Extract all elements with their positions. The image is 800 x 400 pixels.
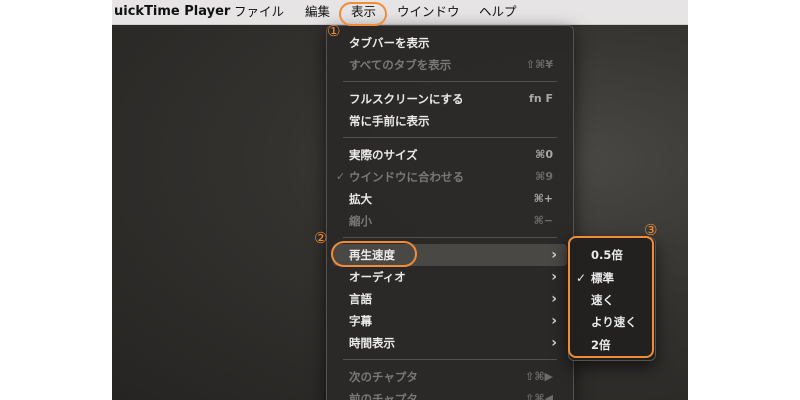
shortcut-label: ⌘+	[533, 192, 553, 205]
menu-item-label: 常に手前に表示	[349, 114, 430, 128]
view-menu: タブバーを表示 すべてのタブを表示 ⇧⌘¥ フルスクリーンにする fn F 常に…	[326, 25, 574, 400]
menu-item-label: 言語	[349, 292, 372, 306]
menu-item-prev-chapter: 前のチャプタ ⇧⌘◀	[333, 388, 567, 400]
menu-bar: uickTime Player ファイル 編集 表示 ウインドウ ヘルプ	[112, 0, 688, 25]
menu-item-label: すべてのタブを表示	[349, 58, 452, 72]
shortcut-label: ⇧⌘▶	[525, 370, 553, 383]
chevron-right-icon: ›	[551, 269, 557, 285]
step-badge-3: ③	[644, 221, 658, 239]
menu-item-label: 次のチャプタ	[349, 370, 418, 384]
menu-item-label: タブバーを表示	[349, 36, 430, 50]
menu-item-label: 縮小	[349, 214, 372, 228]
highlight-ring-playback-speed	[331, 241, 417, 267]
menu-item-show-tab-bar[interactable]: タブバーを表示	[333, 32, 567, 54]
menu-item-fullscreen[interactable]: フルスクリーンにする fn F	[333, 88, 567, 110]
chevron-right-icon: ›	[551, 335, 557, 351]
menu-item-label: 時間表示	[349, 336, 395, 350]
step-badge-2: ②	[314, 229, 328, 247]
menu-edit[interactable]: 編集	[305, 0, 330, 24]
shortcut-label: fn F	[529, 92, 553, 105]
menu-separator	[343, 237, 557, 238]
menu-item-always-on-top[interactable]: 常に手前に表示	[333, 110, 567, 132]
menu-help[interactable]: ヘルプ	[479, 0, 517, 24]
shortcut-label: ⌘−	[533, 214, 553, 227]
shortcut-label: ⌘9	[535, 170, 553, 183]
menu-item-zoom-out: 縮小 ⌘−	[333, 210, 567, 232]
menu-item-next-chapter: 次のチャプタ ⇧⌘▶	[333, 366, 567, 388]
step-badge-1: ①	[327, 22, 341, 40]
menu-item-label: 実際のサイズ	[349, 148, 418, 162]
menu-item-show-all-tabs: すべてのタブを表示 ⇧⌘¥	[333, 54, 567, 76]
menu-separator	[343, 137, 557, 138]
menu-item-fit-window: ✓ ウインドウに合わせる ⌘9	[333, 166, 567, 188]
menu-item-label: ウインドウに合わせる	[349, 170, 464, 184]
menu-item-audio[interactable]: オーディオ ›	[333, 266, 567, 288]
menu-item-subtitles[interactable]: 字幕 ›	[333, 310, 567, 332]
menu-item-actual-size[interactable]: 実際のサイズ ⌘0	[333, 144, 567, 166]
screen: uickTime Player ファイル 編集 表示 ウインドウ ヘルプ タブバ…	[112, 0, 688, 400]
shortcut-label: ⇧⌘¥	[525, 58, 553, 71]
menu-item-zoom-in[interactable]: 拡大 ⌘+	[333, 188, 567, 210]
menu-file[interactable]: ファイル	[234, 0, 284, 24]
shortcut-label: ⌘0	[535, 148, 553, 161]
menu-item-label: オーディオ	[349, 270, 406, 284]
menu-item-language[interactable]: 言語 ›	[333, 288, 567, 310]
menu-item-label: 拡大	[349, 192, 372, 206]
highlight-ring-view-menu	[339, 2, 387, 26]
chevron-right-icon: ›	[551, 247, 557, 263]
menu-separator	[343, 81, 557, 82]
app-name-menu[interactable]: uickTime Player	[114, 0, 230, 24]
menu-item-label: 前のチャプタ	[349, 392, 418, 400]
highlight-ring-speed-submenu	[568, 236, 654, 358]
menu-separator	[343, 359, 557, 360]
chevron-right-icon: ›	[551, 291, 557, 307]
checkmark-icon: ✓	[336, 170, 346, 183]
menu-item-time-display[interactable]: 時間表示 ›	[333, 332, 567, 354]
menu-window[interactable]: ウインドウ	[397, 0, 460, 24]
menu-item-label: フルスクリーンにする	[349, 92, 464, 106]
shortcut-label: ⇧⌘◀	[525, 392, 553, 400]
menu-item-label: 字幕	[349, 314, 372, 328]
chevron-right-icon: ›	[551, 313, 557, 329]
